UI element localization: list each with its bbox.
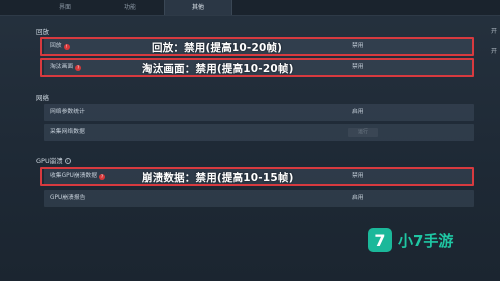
tab-other[interactable]: 其他 xyxy=(164,0,232,15)
tab-bar: 界面 功能 其他 xyxy=(0,0,500,16)
setting-row-collect-network[interactable]: 采集网络数据 运行 xyxy=(44,124,474,141)
run-button[interactable]: 运行 xyxy=(348,128,378,137)
section-title-text: GPU崩溃 xyxy=(36,157,63,165)
setting-label: 采集网络数据 xyxy=(50,129,85,135)
tab-function[interactable]: 功能 xyxy=(96,0,164,15)
section-title-gpu-crash: GPU崩溃 i xyxy=(36,155,71,165)
side-label: 开 xyxy=(491,28,498,35)
section-title-network: 网络 xyxy=(36,94,49,102)
annotation-gpu: 崩溃数据：禁用(提高10-15帧) xyxy=(142,172,294,184)
section-title-playback: 回放 xyxy=(36,28,49,36)
watermark-text: 小7手游 xyxy=(398,231,454,250)
setting-row-network-stats[interactable]: 网络参数统计 启用 xyxy=(44,104,474,121)
setting-row-gpu-crash-report[interactable]: GPU崩溃报告 启用 xyxy=(44,190,474,207)
setting-label: 网络参数统计 xyxy=(50,109,85,115)
annotation-replay: 回放：禁用(提高10-20帧) xyxy=(152,42,283,54)
tab-interface[interactable]: 界面 xyxy=(34,0,96,15)
setting-value[interactable]: 启用 xyxy=(352,190,364,207)
watermark: 7 小7手游 xyxy=(368,228,453,252)
setting-label: GPU崩溃报告 xyxy=(50,195,86,201)
settings-screen: 界面 功能 其他 回放 回放 ! 禁用 回放：禁用(提高10-20帧) 淘汰画面… xyxy=(0,0,500,281)
setting-value[interactable]: 启用 xyxy=(352,104,364,121)
side-label: 开 xyxy=(491,48,498,55)
info-icon[interactable]: i xyxy=(64,158,71,164)
annotation-elimination: 淘汰画面：禁用(提高10-20帧) xyxy=(142,63,294,75)
watermark-logo-icon: 7 xyxy=(368,228,392,252)
